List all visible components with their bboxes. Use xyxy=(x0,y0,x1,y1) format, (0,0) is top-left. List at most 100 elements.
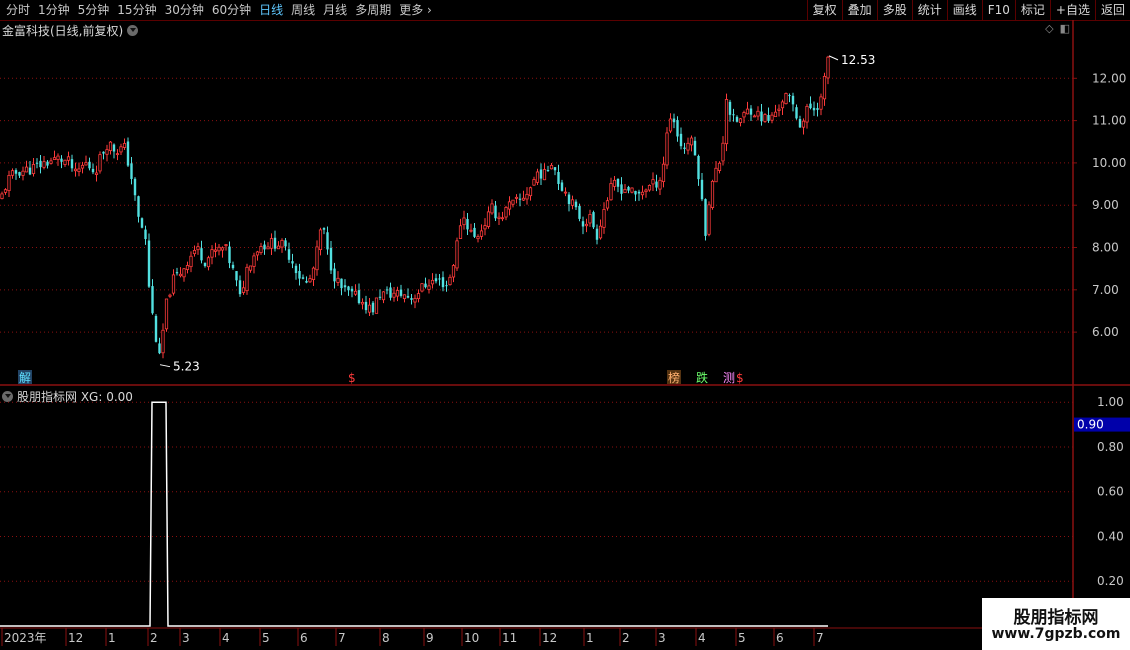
signal-marker: $ xyxy=(348,371,356,385)
candle-body-up xyxy=(602,209,606,228)
low-price-label: 5.23 xyxy=(173,360,200,374)
candle-body-up xyxy=(756,110,760,117)
candle-body-down xyxy=(560,182,564,191)
candle-body-up xyxy=(318,229,323,251)
price-tick-label: 8.00 xyxy=(1092,241,1119,255)
price-tick-label: 6.00 xyxy=(1092,325,1119,339)
candle-body-up xyxy=(315,246,319,271)
candle-body-down xyxy=(112,144,116,152)
candle-body-up xyxy=(448,276,452,286)
candle-body-up xyxy=(252,255,256,267)
candle-body-up xyxy=(514,196,519,199)
candle-body-down xyxy=(494,205,497,219)
candle-body-up xyxy=(360,301,365,305)
candle-body-up xyxy=(612,179,617,187)
candle-body-up xyxy=(336,277,340,283)
indicator-tick-label: 0.20 xyxy=(1097,574,1124,588)
candle-body-up xyxy=(245,266,249,292)
candle-body-up xyxy=(259,246,263,254)
candle-body-up xyxy=(7,175,11,192)
candle-body-up xyxy=(777,108,781,111)
candle-body-up xyxy=(469,229,473,232)
candle-body-up xyxy=(77,168,81,172)
candle-body-down xyxy=(676,120,679,137)
candle-body-down xyxy=(301,277,305,279)
candle-body-up xyxy=(430,279,435,285)
candle-body-down xyxy=(634,190,637,195)
candle-body-up xyxy=(217,246,221,252)
candle-body-down xyxy=(385,289,389,291)
candle-body-down xyxy=(333,268,336,282)
candle-body-down xyxy=(151,286,154,314)
date-tick-label: 3 xyxy=(658,631,666,645)
candle-body-up xyxy=(21,170,25,176)
candle-body-down xyxy=(175,272,179,274)
candle-body-up xyxy=(651,179,655,185)
candle-body-up xyxy=(308,278,312,283)
candle-body-down xyxy=(35,162,39,164)
candle-body-up xyxy=(280,239,284,248)
candle-body-up xyxy=(94,172,99,175)
candle-body-up xyxy=(24,166,29,173)
candle-body-up xyxy=(458,225,463,239)
candle-body-down xyxy=(140,218,144,228)
candle-body-down xyxy=(137,196,140,217)
candle-body-up xyxy=(826,56,830,79)
candle-body-down xyxy=(235,271,238,281)
candle-body-up xyxy=(392,292,396,298)
date-tick-label: 5 xyxy=(262,631,270,645)
candle-body-down xyxy=(60,158,63,162)
signal-marker: 跌 xyxy=(696,370,708,385)
indicator-tick-label: 0.40 xyxy=(1097,529,1124,543)
candle-body-up xyxy=(276,245,281,250)
candle-body-up xyxy=(248,265,253,271)
candle-body-down xyxy=(329,247,333,271)
candle-body-down xyxy=(88,161,91,169)
candle-body-down xyxy=(322,228,326,230)
candle-body-down xyxy=(616,178,620,187)
price-tick-label: 12.00 xyxy=(1092,71,1126,85)
date-tick-label: 3 xyxy=(182,631,190,645)
candle-body-up xyxy=(570,199,575,206)
candle-body-up xyxy=(108,141,113,152)
candle-body-down xyxy=(228,246,231,264)
candle-body-up xyxy=(563,191,568,194)
candle-body-down xyxy=(294,265,298,274)
candle-body-up xyxy=(311,267,316,281)
candle-body-up xyxy=(742,112,746,118)
candle-body-down xyxy=(693,140,697,156)
signal-marker: 榜 xyxy=(668,370,680,385)
date-tick-label: 6 xyxy=(776,631,784,645)
candle-body-up xyxy=(381,291,386,301)
candle-body-up xyxy=(164,298,169,330)
candle-body-up xyxy=(122,143,127,148)
candle-body-down xyxy=(305,280,308,283)
candle-body-up xyxy=(819,96,823,110)
date-tick-label: 11 xyxy=(502,631,517,645)
candle-body-up xyxy=(801,120,806,128)
candle-body-up xyxy=(763,114,767,122)
candle-body-down xyxy=(539,169,543,179)
candle-body-down xyxy=(273,237,277,249)
candle-body-up xyxy=(416,293,421,300)
candle-body-down xyxy=(102,151,105,154)
candle-body-up xyxy=(367,304,372,313)
candle-body-up xyxy=(0,193,4,199)
candle-body-up xyxy=(213,249,218,252)
candle-body-up xyxy=(206,257,211,268)
candle-body-down xyxy=(231,264,235,269)
candle-body-up xyxy=(241,287,246,293)
candle-body-up xyxy=(402,294,407,299)
price-tick-label: 11.00 xyxy=(1092,114,1126,128)
candle-body-down xyxy=(795,107,798,119)
candle-body-up xyxy=(486,211,491,227)
candle-body-down xyxy=(371,302,375,313)
candle-body-up xyxy=(686,142,690,151)
candle-body-up xyxy=(479,230,484,237)
candle-body-up xyxy=(42,161,46,168)
price-tick-label: 7.00 xyxy=(1092,283,1119,297)
stock-chart[interactable]: 12.00 11.00 10.00 9.00 8.00 7.00 6.00 1.00 0.80 0… xyxy=(0,0,1130,650)
candle-body-up xyxy=(266,246,270,250)
candle-body-up xyxy=(483,225,487,230)
candle-body-up xyxy=(171,274,176,294)
